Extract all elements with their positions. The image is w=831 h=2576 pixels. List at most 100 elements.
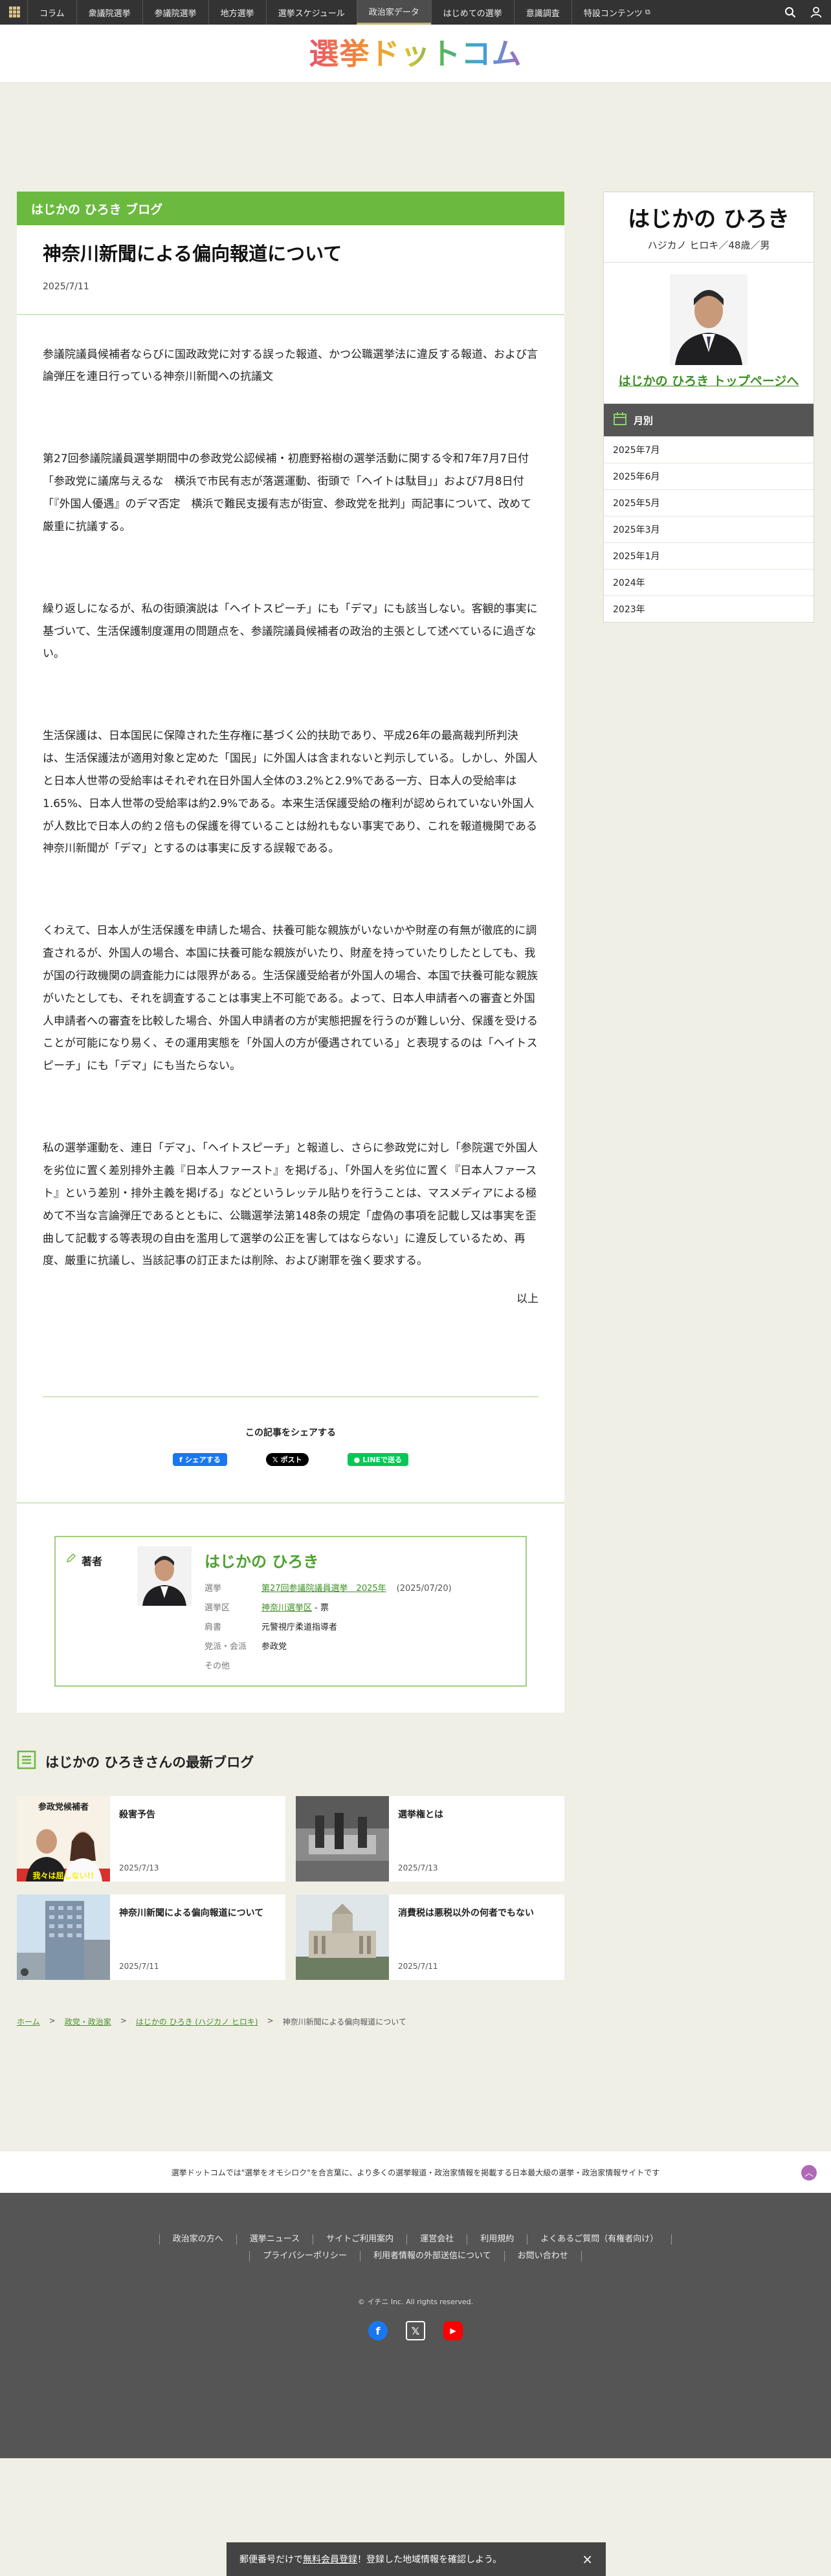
post-title: 消費税は悪税以外の何者でもない — [398, 1908, 534, 1919]
youtube-icon[interactable]: ▶ — [443, 2321, 463, 2340]
latest-post[interactable]: 消費税は悪税以外の何者でもない 2025/7/11 — [296, 1894, 564, 1981]
site-logo-text: 選挙ドットコム — [309, 36, 522, 71]
post-thumbnail: 参政党候補者 我々は屈しない!! — [17, 1796, 110, 1882]
breadcrumb: ホーム > 政党・政治家 > はじかの ひろき (ハジカノ ヒロキ) > 神奈川… — [17, 2016, 564, 2027]
post-date: 2025/7/11 — [119, 1962, 159, 1971]
month-item[interactable]: 2024年 — [604, 569, 814, 595]
post-title: 選挙権とは — [398, 1810, 443, 1821]
author-photo — [137, 1546, 192, 1606]
registration-banner: 郵便番号だけで 無料会員登録 ！登録した地域情報を確認しよう。 × — [227, 2542, 606, 2576]
author-party-key: 党派・会派 — [205, 1642, 247, 1652]
footer-link[interactable]: 選挙ニュース — [236, 2234, 313, 2245]
sidebar: はじかの ひろき ハジカノ ヒロキ／48歳／男 はじかの ひろき トップページへ… — [603, 192, 814, 623]
copyright: © イチニ Inc. All rights reserved. — [357, 2298, 474, 2306]
facebook-share-label: シェアする — [184, 1456, 221, 1465]
nav-item-special[interactable]: 特設コンテンツ ⧉ — [571, 0, 662, 25]
footer-link[interactable]: プライバシーポリシー — [249, 2251, 360, 2261]
nav-item-survey[interactable]: 意識調査 — [513, 0, 571, 25]
footer-tagline-bar: 選挙ドットコムでは"選挙をオモシロク"を合言葉に、より多くの選挙報道・政治家情報… — [0, 2151, 831, 2193]
author-title-row: 肩書 元警視庁柔道指導者 — [205, 1618, 515, 1638]
district-link[interactable]: 神奈川選挙区 — [261, 1603, 312, 1613]
article-paragraph: 私の選挙運動を、連日「デマ」、「ヘイトスピーチ」と報道し、さらに参政党に対し「参… — [43, 1142, 538, 1268]
breadcrumb-party[interactable]: 政党・政治家 — [65, 2016, 111, 2027]
latest-blogs-title: はじかの ひろきさんの最新ブログ — [45, 1754, 254, 1770]
author-name[interactable]: はじかの ひろき — [205, 1549, 515, 1571]
blog-header: はじかの ひろき ブログ — [17, 192, 564, 225]
breadcrumb-home[interactable]: ホーム — [17, 2016, 40, 2027]
breadcrumb-separator: > — [49, 2016, 56, 2026]
line-share-label: LINEで送る — [362, 1456, 403, 1465]
search-icon[interactable] — [784, 6, 796, 18]
site-logo[interactable]: 選挙ドットコム — [309, 39, 522, 69]
facebook-share-button[interactable]: f シェアする — [172, 1453, 227, 1467]
top-navigation: コラム 衆議院選挙 参議院選挙 地方選挙 選挙スケジュール 政治家データ はじめ… — [0, 0, 831, 25]
nav-item-local[interactable]: 地方選挙 — [208, 0, 266, 25]
latest-post[interactable]: 神奈川新聞による偏向報道について 2025/7/11 — [17, 1894, 285, 1981]
footer-link[interactable]: サイトご利用案内 — [313, 2234, 406, 2245]
month-item[interactable]: 2025年7月 — [604, 436, 814, 463]
author-election-row: 選挙 第27回参議院議員選挙 2025年 (2025/07/20) — [205, 1579, 515, 1599]
month-item[interactable]: 2025年3月 — [604, 516, 814, 542]
nav-item-column[interactable]: コラム — [27, 0, 76, 25]
close-icon[interactable]: × — [582, 2551, 593, 2567]
nav-item-special-label: 特設コンテンツ — [583, 8, 643, 19]
post-text: 消費税は悪税以外の何者でもない 2025/7/11 — [389, 1894, 569, 1980]
breadcrumb-current: 神奈川新聞による偏向報道について — [282, 2017, 406, 2027]
profile-photo[interactable] — [670, 274, 748, 365]
author-label-text: 著者 — [82, 1555, 103, 1568]
latest-blogs-grid: 参政党候補者 我々は屈しない!! 殺害予告 2025/7/13 選挙権とは 20… — [17, 1796, 564, 1981]
footer-link[interactable]: 利用規約 — [467, 2234, 527, 2245]
line-share-button[interactable]: ● LINEで送る — [347, 1453, 409, 1467]
user-icon[interactable] — [810, 6, 822, 18]
back-to-top-button[interactable]: ︿ — [801, 2165, 817, 2181]
latest-post[interactable]: 参政党候補者 我々は屈しない!! 殺害予告 2025/7/13 — [17, 1796, 285, 1882]
breadcrumb-person[interactable]: はじかの ひろき (ハジカノ ヒロキ) — [136, 2016, 258, 2027]
nav-item-sangiin[interactable]: 参議院選挙 — [142, 0, 208, 25]
footer-link[interactable]: 運営会社 — [406, 2234, 467, 2245]
main-column: はじかの ひろき ブログ 神奈川新聞による偏向報道について 2025/7/11 … — [17, 192, 564, 2027]
author-party-row: 党派・会派 参政党 — [205, 1638, 515, 1657]
footer-link[interactable]: お問い合わせ — [504, 2251, 582, 2261]
footer-link[interactable]: 政治家の方へ — [159, 2234, 236, 2245]
author-info: はじかの ひろき 選挙 第27回参議院議員選挙 2025年 (2025/07/20… — [205, 1546, 515, 1676]
menu-grid-icon[interactable] — [9, 6, 21, 18]
post-thumbnail — [17, 1894, 110, 1981]
latest-post[interactable]: 選挙権とは 2025/7/13 — [296, 1796, 564, 1882]
article-paragraph: 生活保護は、日本国民に保障された生存権に基づく公的扶助であり、平成26年の最高裁… — [43, 729, 538, 856]
nav-item-first-election[interactable]: はじめての選挙 — [430, 0, 514, 25]
author-election-key: 選挙 — [205, 1584, 222, 1594]
author-area: 著者 はじかの ひろき 選挙 第27回参議院議員選挙 2025年 (2025/07… — [17, 1502, 564, 1713]
election-link[interactable]: 第27回参議院議員選挙 2025年 — [261, 1584, 386, 1593]
monthly-archive: 月別 2025年7月 2025年6月 2025年5月 2025年3月 2025年… — [603, 404, 814, 623]
x-icon[interactable]: 𝕏 — [406, 2321, 425, 2340]
month-item[interactable]: 2025年5月 — [604, 489, 814, 516]
month-item[interactable]: 2023年 — [604, 595, 814, 622]
external-link-icon: ⧉ — [645, 8, 650, 16]
footer: 政治家の方へ 選挙ニュース サイトご利用案内 運営会社 利用規約 よくあるご質問… — [0, 2193, 831, 2458]
x-icon: 𝕏 — [272, 1455, 278, 1464]
post-text: 選挙権とは 2025/7/13 — [389, 1796, 452, 1882]
blog-article-card: はじかの ひろき ブログ 神奈川新聞による偏向報道について 2025/7/11 … — [17, 192, 564, 1713]
monthly-archive-title: 月別 — [634, 414, 654, 427]
author-election-value: 第27回参議院議員選挙 2025年 (2025/07/20) — [261, 1579, 452, 1599]
month-item[interactable]: 2025年1月 — [604, 542, 814, 569]
monthly-archive-header: 月別 — [604, 404, 814, 436]
registration-text-post: ！登録した地域情報を確認しよう。 — [357, 2555, 502, 2565]
breadcrumb-separator: > — [267, 2016, 274, 2026]
month-item[interactable]: 2025年6月 — [604, 463, 814, 489]
nav-item-shugiin[interactable]: 衆議院選挙 — [76, 0, 142, 25]
article-body: 参議院議員候補者ならびに国政政党に対する誤った報道、かつ公職選挙法に違反する報道… — [17, 315, 564, 1397]
x-post-button[interactable]: 𝕏 ポスト — [265, 1453, 309, 1467]
post-text: 神奈川新聞による偏向報道について 2025/7/11 — [110, 1894, 272, 1980]
article-date: 2025/7/11 — [43, 281, 89, 292]
author-box: 著者 はじかの ひろき 選挙 第27回参議院議員選挙 2025年 (2025/07… — [54, 1536, 527, 1687]
footer-link[interactable]: 利用者情報の外部送信について — [360, 2251, 504, 2261]
nav-item-politician-data[interactable]: 政治家データ — [356, 0, 431, 25]
nav-item-schedule[interactable]: 選挙スケジュール — [265, 0, 357, 25]
facebook-icon[interactable]: f — [368, 2321, 388, 2340]
registration-link[interactable]: 無料会員登録 — [303, 2553, 357, 2566]
profile-top-link[interactable]: はじかの ひろき トップページへ — [619, 374, 799, 388]
facebook-icon: f — [179, 1455, 183, 1464]
footer-link[interactable]: よくあるご質問（有権者向け） — [527, 2234, 672, 2245]
post-title: 殺害予告 — [119, 1810, 155, 1821]
